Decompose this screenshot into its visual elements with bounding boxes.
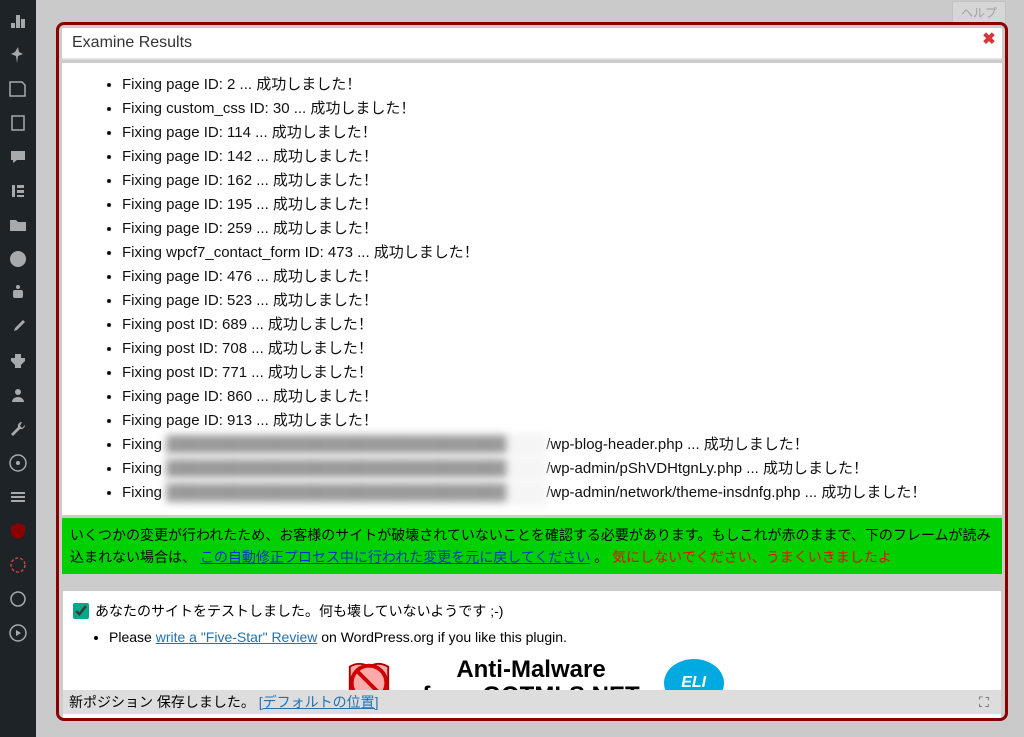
sidebar-play[interactable]	[0, 616, 36, 650]
expand-icon[interactable]: ⛶	[979, 694, 995, 710]
result-item: Fixing post ID: 689 ... 成功しました！	[122, 313, 994, 337]
result-item: Fixing page ID: 476 ... 成功しました！	[122, 265, 994, 289]
result-item: Fixing page ID: 2 ... 成功しました！	[122, 73, 994, 97]
admin-sidebar	[0, 0, 36, 737]
footer-text: 新ポジション 保存しました。	[69, 694, 259, 710]
modal-title: Examine Results	[62, 28, 1002, 59]
revert-link[interactable]: この自動修正プロセス中に行われた変更を元に戻してください	[200, 549, 590, 565]
sidebar-circle2[interactable]	[0, 582, 36, 616]
sidebar-dashboard[interactable]	[0, 4, 36, 38]
result-item: Fixing page ID: 913 ... 成功しました！	[122, 409, 994, 433]
result-item: Fixing page ID: 162 ... 成功しました！	[122, 169, 994, 193]
tested-label: あなたのサイトをテストしました。何も壊していないようです ;-)	[95, 601, 503, 621]
status-message: いくつかの変更が行われたため、お客様のサイトが破壊されていないことを確認する必要…	[62, 518, 1002, 574]
sidebar-tools[interactable]	[0, 412, 36, 446]
sidebar-elementor[interactable]	[0, 174, 36, 208]
sidebar-plugins[interactable]	[0, 344, 36, 378]
result-item: Fixing page ID: 860 ... 成功しました！	[122, 385, 994, 409]
result-item: Fixing page ID: 259 ... 成功しました！	[122, 217, 994, 241]
sidebar-settings2[interactable]	[0, 480, 36, 514]
sidebar-users[interactable]	[0, 378, 36, 412]
close-icon[interactable]	[979, 31, 999, 51]
sidebar-robot[interactable]	[0, 276, 36, 310]
result-item-redacted: Fixing ████████████████████████████████/…	[122, 433, 994, 457]
review-link[interactable]: write a "Five-Star" Review	[156, 629, 318, 645]
sidebar-media[interactable]	[0, 72, 36, 106]
result-item: Fixing page ID: 523 ... 成功しました！	[122, 289, 994, 313]
sidebar-ea[interactable]	[0, 242, 36, 276]
default-position-link[interactable]: [デフォルトの位置]	[259, 694, 379, 710]
sidebar-comments[interactable]	[0, 140, 36, 174]
sidebar-pin[interactable]	[0, 38, 36, 72]
tested-checkbox-row[interactable]: あなたのサイトをテストしました。何も壊していないようです ;-)	[73, 601, 991, 621]
result-item: Fixing post ID: 708 ... 成功しました！	[122, 337, 994, 361]
result-item: Fixing post ID: 771 ... 成功しました！	[122, 361, 994, 385]
status-text2: 。	[594, 549, 612, 565]
review-line: Please write a "Five-Star" Review on Wor…	[109, 625, 991, 649]
result-item: Fixing page ID: 114 ... 成功しました！	[122, 121, 994, 145]
result-item: Fixing page ID: 142 ... 成功しました！	[122, 145, 994, 169]
footer-bar: 新ポジション 保存しました。 [デフォルトの位置] ⛶	[63, 690, 1001, 714]
result-item: Fixing wpcf7_contact_form ID: 473 ... 成功…	[122, 241, 994, 265]
sidebar-brush[interactable]	[0, 310, 36, 344]
examine-results-modal: Examine Results Fixing page ID: 2 ... 成功…	[56, 22, 1008, 721]
status-warn: 気にしないでください、うまくいきましたよ	[612, 549, 892, 565]
result-item-redacted: Fixing ████████████████████████████████/…	[122, 481, 994, 505]
results-list: Fixing page ID: 2 ... 成功しました！Fixing cust…	[62, 63, 1002, 515]
sidebar-pages[interactable]	[0, 106, 36, 140]
sidebar-folder[interactable]	[0, 208, 36, 242]
result-item: Fixing page ID: 195 ... 成功しました！	[122, 193, 994, 217]
sidebar-antimalware[interactable]	[0, 514, 36, 548]
sidebar-circle1[interactable]	[0, 548, 36, 582]
result-item: Fixing custom_css ID: 30 ... 成功しました！	[122, 97, 994, 121]
sidebar-settings[interactable]	[0, 446, 36, 480]
tested-checkbox[interactable]	[73, 603, 89, 619]
result-item-redacted: Fixing ████████████████████████████████/…	[122, 457, 994, 481]
